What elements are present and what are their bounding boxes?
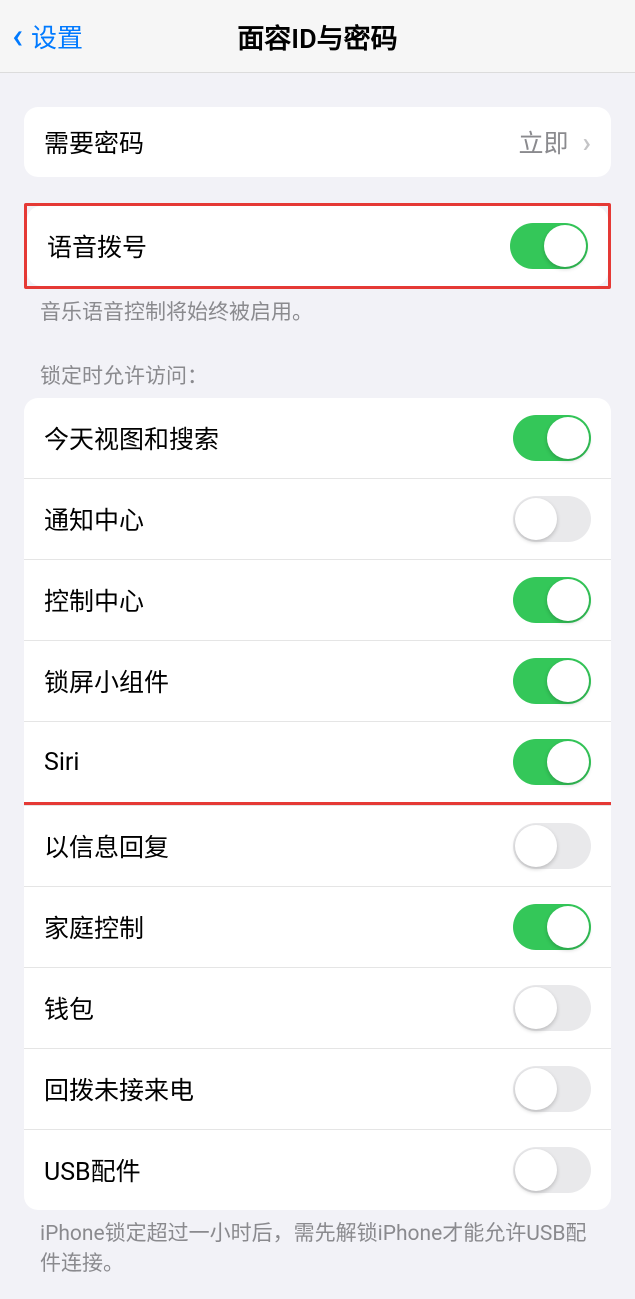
toggle-knob: [515, 825, 557, 867]
footer-locked-access: iPhone锁定超过一小时后，需先解锁iPhone才能允许USB配件连接。: [0, 1210, 635, 1279]
row-locked-access-item: 钱包: [24, 967, 611, 1048]
toggle-knob: [547, 417, 589, 459]
label-require-passcode: 需要密码: [44, 124, 144, 160]
toggle-knob: [515, 987, 557, 1029]
value-require-passcode: 立即 ›: [519, 124, 591, 160]
row-voice-dial: 语音拨号: [27, 206, 608, 286]
page-title: 面容ID与密码: [0, 17, 635, 56]
back-label: 设置: [31, 18, 83, 55]
toggle-locked-access-item[interactable]: [513, 658, 591, 704]
toggle-locked-access-item[interactable]: [513, 904, 591, 950]
toggle-voice-dial[interactable]: [510, 223, 588, 269]
toggle-locked-access-item[interactable]: [513, 577, 591, 623]
label-locked-access-item: 家庭控制: [44, 909, 144, 945]
group-voice-dial: 语音拨号: [27, 206, 608, 286]
toggle-locked-access-item[interactable]: [513, 823, 591, 869]
group-locked-access: 今天视图和搜索通知中心控制中心锁屏小组件 Siri 以信息回复家庭控制钱包回拨未接来…: [24, 398, 611, 1210]
row-locked-access-item: 今天视图和搜索: [24, 398, 611, 478]
row-locked-access-item: 通知中心: [24, 478, 611, 559]
toggle-knob: [515, 1068, 557, 1110]
label-locked-access-item: 通知中心: [44, 501, 144, 537]
toggle-knob: [547, 906, 589, 948]
toggle-knob: [547, 579, 589, 621]
toggle-knob: [547, 660, 589, 702]
toggle-locked-access-item[interactable]: [513, 1147, 591, 1193]
back-button[interactable]: ‹ 设置: [0, 15, 83, 57]
toggle-locked-access-item[interactable]: [513, 496, 591, 542]
chevron-left-icon: ‹: [12, 15, 23, 57]
row-locked-access-item: 锁屏小组件: [24, 640, 611, 721]
label-locked-access-item: 回拨未接来电: [44, 1071, 194, 1107]
toggle-locked-access-item[interactable]: [513, 415, 591, 461]
label-locked-access-item: 控制中心: [44, 582, 144, 618]
row-locked-access-item: 回拨未接来电: [24, 1048, 611, 1129]
row-locked-access-item: Siri: [24, 721, 611, 805]
row-locked-access-item: 家庭控制: [24, 886, 611, 967]
toggle-locked-access-item[interactable]: [513, 739, 591, 785]
row-locked-access-item: USB配件: [24, 1129, 611, 1210]
footer-voice-dial: 音乐语音控制将始终被启用。: [0, 289, 635, 328]
row-locked-access-item: 以信息回复: [24, 805, 611, 886]
toggle-knob: [544, 225, 586, 267]
label-locked-access-item: Siri: [44, 748, 79, 777]
chevron-right-icon: ›: [583, 126, 591, 159]
label-locked-access-item: 锁屏小组件: [44, 663, 169, 699]
label-locked-access-item: 钱包: [44, 990, 94, 1026]
label-locked-access-item: 以信息回复: [44, 828, 169, 864]
content: 需要密码 立即 › 语音拨号 音乐语音控制将始终被启用。 锁定时允许访问： 今天…: [0, 107, 635, 1299]
toggle-knob: [515, 498, 557, 540]
row-require-passcode[interactable]: 需要密码 立即 ›: [24, 107, 611, 177]
label-locked-access-item: 今天视图和搜索: [44, 420, 219, 456]
header-locked-access: 锁定时允许访问：: [0, 328, 635, 398]
toggle-knob: [515, 1149, 557, 1191]
toggle-locked-access-item[interactable]: [513, 1066, 591, 1112]
label-voice-dial: 语音拨号: [47, 228, 147, 264]
require-passcode-value: 立即: [519, 124, 569, 160]
toggle-locked-access-item[interactable]: [513, 985, 591, 1031]
highlight-voice-dial: 语音拨号: [24, 203, 611, 289]
row-locked-access-item: 控制中心: [24, 559, 611, 640]
group-require-passcode: 需要密码 立即 ›: [24, 107, 611, 177]
toggle-knob: [547, 741, 589, 783]
label-locked-access-item: USB配件: [44, 1152, 141, 1188]
nav-bar: ‹ 设置 面容ID与密码: [0, 0, 635, 73]
